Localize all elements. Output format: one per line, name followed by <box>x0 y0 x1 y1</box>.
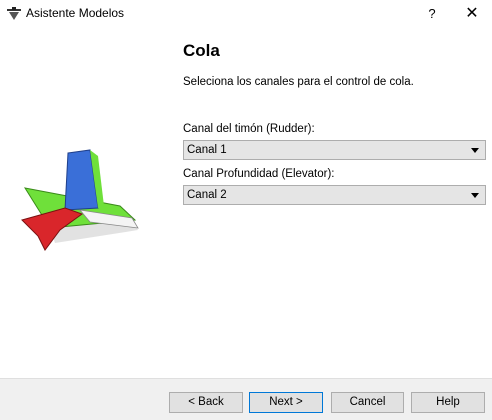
cancel-button[interactable]: Cancel <box>331 392 404 413</box>
window-title: Asistente Modelos <box>26 6 125 20</box>
chevron-down-icon <box>471 148 479 153</box>
close-button[interactable]: ✕ <box>460 2 484 26</box>
help-title-button[interactable]: ? <box>420 2 444 26</box>
elevator-channel-select[interactable]: Canal 2 <box>183 185 486 205</box>
back-button[interactable]: < Back <box>169 392 243 413</box>
rudder-channel-select[interactable]: Canal 1 <box>183 140 486 160</box>
title-bar: Asistente Modelos ? ✕ <box>0 0 492 28</box>
elevator-channel-value: Canal 2 <box>187 189 227 201</box>
elevator-label: Canal Profundidad (Elevator): <box>183 168 335 180</box>
help-button[interactable]: Help <box>411 392 485 413</box>
airplane-tail-illustration <box>21 149 139 251</box>
page-title: Cola <box>183 41 220 60</box>
chevron-down-icon <box>471 193 479 198</box>
next-button[interactable]: Next > <box>249 392 323 413</box>
airplane-app-icon <box>7 7 21 20</box>
page-subtitle: Seleciona los canales para el control de… <box>183 76 414 88</box>
rudder-label: Canal del timón (Rudder): <box>183 123 315 135</box>
rudder-channel-value: Canal 1 <box>187 144 227 156</box>
